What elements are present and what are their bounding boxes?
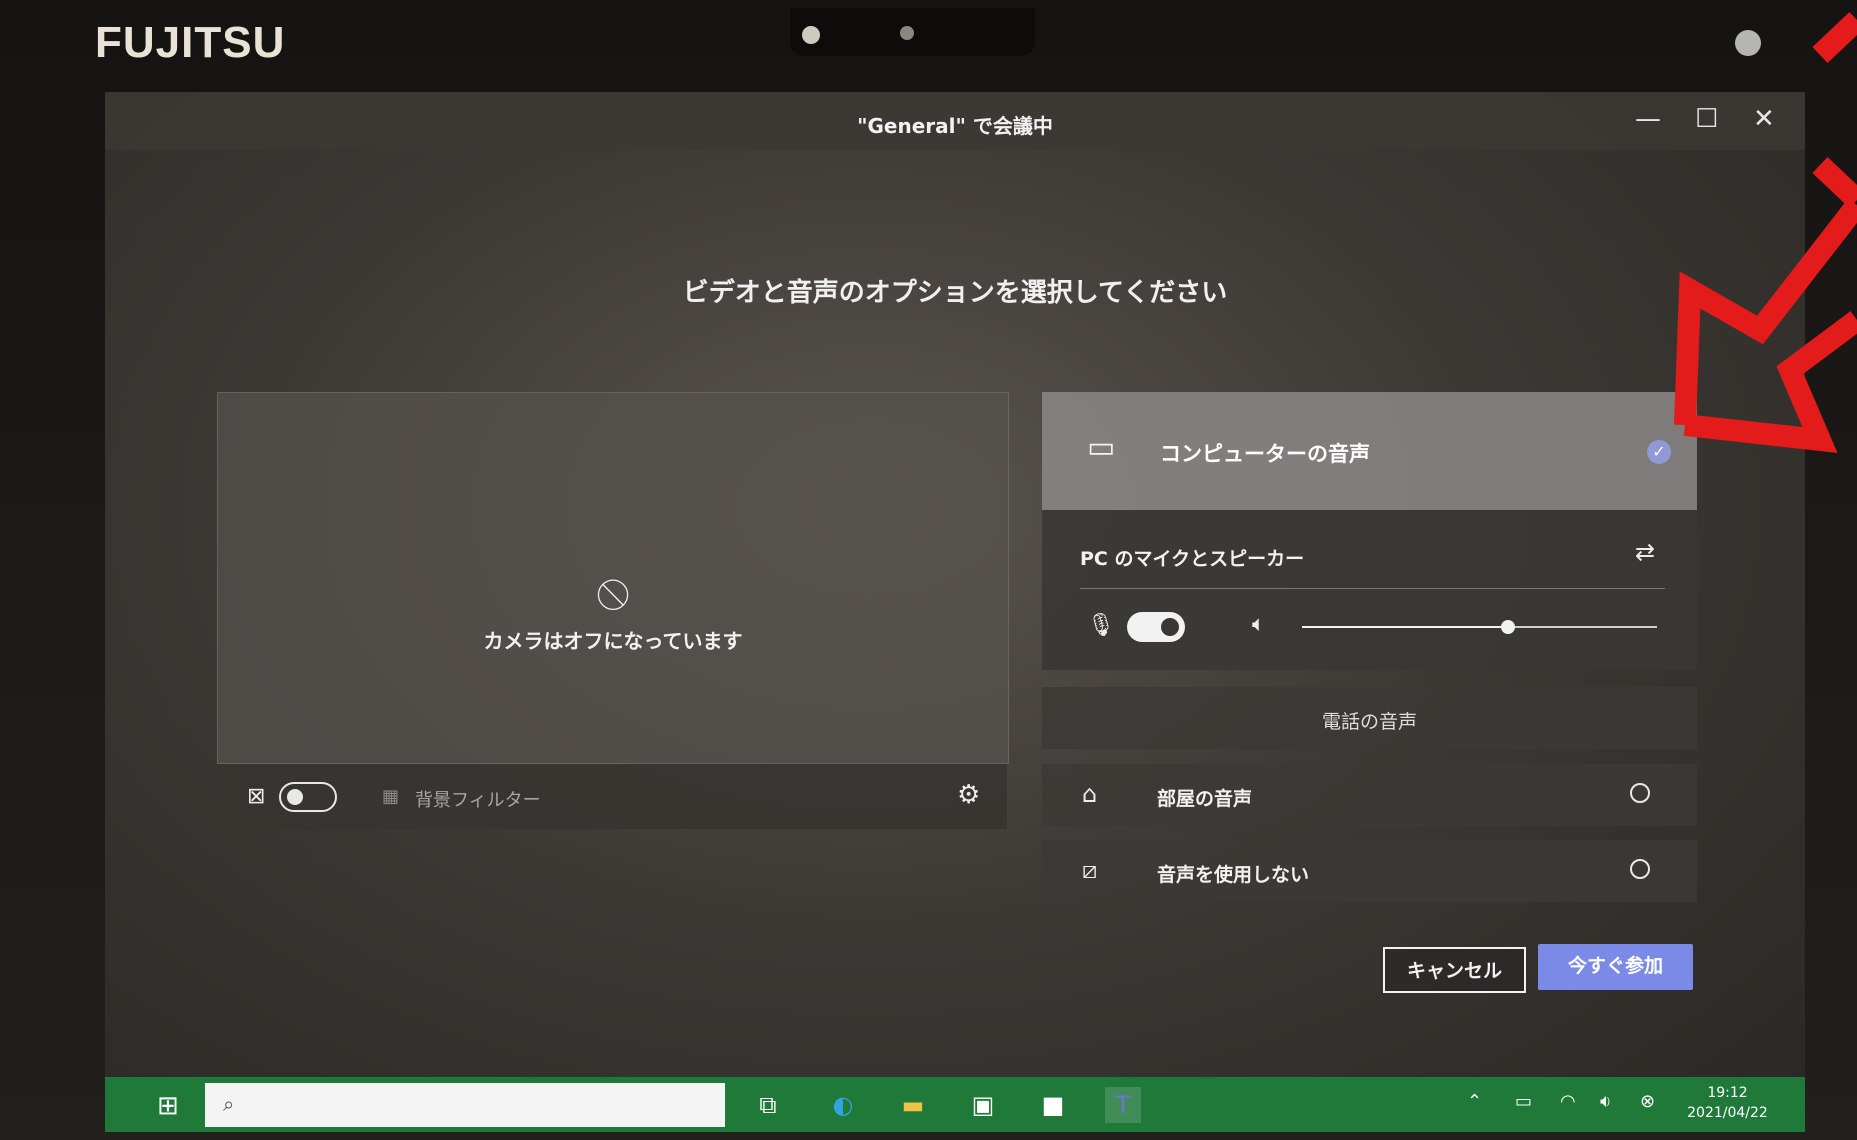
battery-icon[interactable]: ▭	[1515, 1091, 1532, 1112]
cancel-button[interactable]: キャンセル	[1383, 947, 1526, 993]
camera-off-icon: 🚫︎	[593, 578, 633, 613]
webcam-sensor	[900, 26, 914, 40]
maximize-button[interactable]: ☐	[1695, 104, 1718, 134]
video-preview: 🚫︎ カメラはオフになっています	[217, 392, 1009, 764]
volume-thumb[interactable]	[1500, 620, 1515, 634]
volume-icon[interactable]: 🔉︎	[1600, 1091, 1611, 1112]
page-title: ビデオと音声のオプションを選択してください	[682, 278, 1228, 308]
search-input[interactable]: ⌕	[205, 1083, 725, 1127]
speaker-icon: 🔈︎	[1252, 612, 1266, 637]
volume-slider[interactable]	[1302, 620, 1657, 634]
room-icon: ⌂	[1082, 780, 1098, 808]
gear-icon[interactable]: ⚙	[957, 780, 980, 810]
webcam-lens	[802, 26, 820, 44]
title-bar: "General" で会議中 — ☐ ✕	[105, 92, 1805, 150]
divider	[1080, 588, 1665, 589]
option-phone-audio[interactable]: 電話の音声	[1042, 687, 1697, 749]
explorer-icon[interactable]: ▬	[895, 1087, 931, 1123]
clock[interactable]: 19:12 2021/04/22	[1675, 1083, 1780, 1123]
check-icon: ✓	[1647, 440, 1671, 464]
computer-audio-icon: ▭	[1087, 430, 1116, 465]
notification-icon[interactable]: ⊗	[1640, 1091, 1655, 1112]
windows-start-icon[interactable]: ⊞	[157, 1091, 179, 1121]
task-view-icon[interactable]: ⧉	[750, 1087, 786, 1123]
option-phone-audio-label: 電話の音声	[1321, 711, 1417, 733]
option-no-audio[interactable]: ⧄ 音声を使用しない	[1042, 840, 1697, 902]
toggle-knob	[1161, 618, 1179, 636]
option-room-audio-label: 部屋の音声	[1157, 788, 1253, 810]
camera-toggle[interactable]	[279, 782, 337, 812]
store-icon[interactable]: ▣	[965, 1087, 1001, 1123]
background-filter-icon: ▦	[382, 786, 400, 807]
search-icon: ⌕	[223, 1092, 235, 1116]
room-audio-radio[interactable]	[1630, 783, 1650, 803]
option-no-audio-label: 音声を使用しない	[1157, 864, 1310, 886]
mic-toggle[interactable]	[1127, 612, 1185, 642]
close-button[interactable]: ✕	[1753, 104, 1775, 134]
webcam-bar	[790, 8, 1035, 56]
video-controls: ⊠ ▦ 背景フィルター ⚙	[217, 764, 1007, 829]
screen: "General" で会議中 — ☐ ✕ ビデオと音声のオプションを選択してくだ…	[105, 92, 1805, 1132]
no-audio-radio[interactable]	[1630, 859, 1650, 879]
app-icon[interactable]: ■	[1035, 1087, 1071, 1123]
pc-devices-label: PC のマイクとスピーカー	[1080, 548, 1305, 570]
tray-chevron-icon[interactable]: ⌃	[1467, 1091, 1482, 1112]
wifi-icon[interactable]: ◠	[1560, 1091, 1576, 1112]
option-computer-audio[interactable]: ▭ コンピューターの音声 ✓	[1042, 392, 1697, 510]
no-audio-icon: ⧄	[1082, 856, 1098, 884]
camera-off-small-icon: ⊠	[247, 784, 266, 809]
camera-off-text: カメラはオフになっています	[483, 629, 743, 653]
clock-time: 19:12	[1707, 1085, 1748, 1101]
edge-icon[interactable]: ◐	[825, 1087, 861, 1123]
option-room-audio[interactable]: ⌂ 部屋の音声	[1042, 764, 1697, 826]
window-title: "General" で会議中	[857, 114, 1053, 138]
taskbar: ⊞ ⌕ ⧉ ◐ ▬ ▣ ■ T ⌃ ▭ ◠ 🔉︎ ⊗ 19:12 2021/04…	[105, 1077, 1805, 1132]
teams-icon[interactable]: T	[1105, 1087, 1141, 1123]
background-filter-button[interactable]: 背景フィルター	[415, 786, 541, 812]
clock-date: 2021/04/22	[1687, 1105, 1768, 1121]
join-now-button[interactable]: 今すぐ参加	[1538, 944, 1693, 990]
device-settings-icon[interactable]: ⇄	[1635, 538, 1655, 566]
mic-icon: 🎙︎	[1087, 613, 1115, 638]
toggle-knob	[287, 789, 303, 805]
option-computer-audio-label: コンピューターの音声	[1160, 442, 1370, 466]
minimize-button[interactable]: —	[1635, 104, 1661, 134]
brand-logo: FUJITSU	[95, 18, 286, 67]
volume-fill	[1302, 626, 1508, 628]
pc-audio-devices: PC のマイクとスピーカー ⇄ 🎙︎ 🔈︎	[1042, 510, 1697, 670]
hardware-button	[1735, 30, 1761, 56]
